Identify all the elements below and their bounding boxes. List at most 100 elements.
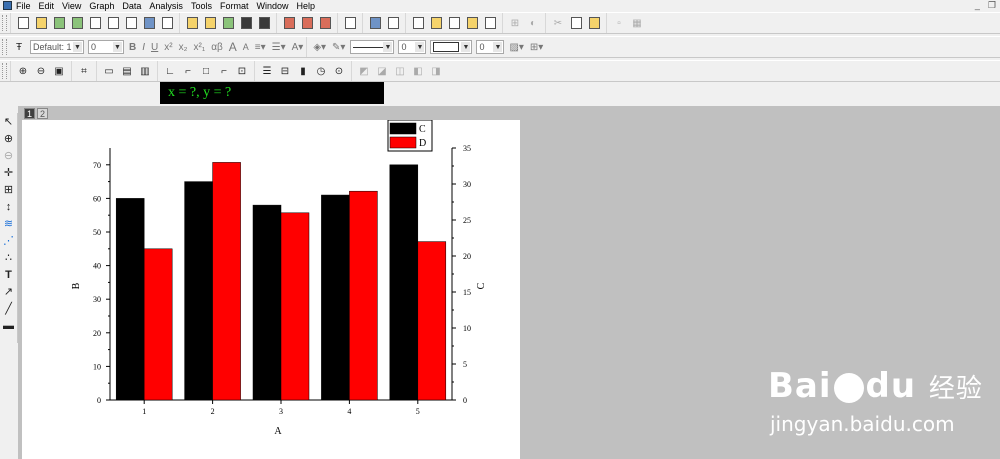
arrow-tool-icon[interactable]: ↗ (0, 283, 17, 300)
decrease-font-button[interactable]: A (243, 42, 249, 52)
increase-font-button[interactable]: A (229, 40, 237, 54)
new-matrix-icon[interactable] (105, 15, 121, 31)
new-excel-icon[interactable] (69, 15, 85, 31)
add-box-axes-icon[interactable]: □ (198, 63, 214, 79)
new-project-icon[interactable] (15, 15, 31, 31)
save-icon[interactable] (238, 15, 254, 31)
refresh-icon[interactable] (367, 15, 383, 31)
save-template-icon[interactable] (256, 15, 272, 31)
duplicate-icon[interactable] (385, 15, 401, 31)
greek-button[interactable]: αβ (211, 42, 223, 53)
fill-color-icon[interactable]: ◈▾ (313, 42, 326, 53)
color-scale-icon[interactable]: ▮ (295, 63, 311, 79)
bold-button[interactable]: B (129, 42, 136, 53)
add-panel-icon[interactable]: ▫ (611, 15, 627, 31)
add-bottom-left-axes-icon[interactable]: ∟ (162, 63, 178, 79)
menu-data[interactable]: Data (122, 1, 147, 11)
toolbar-grip[interactable] (2, 15, 7, 31)
menu-window[interactable]: Window (256, 1, 294, 11)
legend-icon[interactable]: ☰ (259, 63, 275, 79)
line-color-icon[interactable]: ✎▾ (332, 42, 345, 53)
copy-icon[interactable] (568, 15, 584, 31)
chart[interactable]: 010203040506070051015202530351 2 3 4 5AB CCD (22, 120, 520, 459)
new-folder-icon[interactable] (33, 15, 49, 31)
font-color-icon[interactable]: A▾ (292, 42, 304, 53)
merge-graphs-icon[interactable]: ▥ (137, 63, 153, 79)
app-icon[interactable] (3, 1, 12, 10)
whole-page-icon[interactable]: ▣ (51, 63, 67, 79)
supsub-button[interactable]: x²₁ (193, 42, 205, 53)
italic-button[interactable]: I (142, 42, 145, 53)
align-icon[interactable]: ≡▾ (255, 42, 266, 53)
arrange-layers-icon[interactable]: ▤ (119, 63, 135, 79)
add-right-axes-icon[interactable]: ⌐ (216, 63, 232, 79)
menu-format[interactable]: Format (220, 1, 255, 11)
underline-button[interactable]: U (151, 42, 158, 53)
paste-icon[interactable] (586, 15, 602, 31)
menu-help[interactable]: Help (296, 1, 321, 11)
toolbar-grip[interactable] (2, 63, 7, 79)
script-window-icon[interactable] (446, 15, 462, 31)
mask-tool-icon[interactable]: ∴ (0, 249, 17, 266)
rescale-icon[interactable]: ⌗ (76, 63, 92, 79)
open-icon[interactable] (184, 15, 200, 31)
pattern-width-select[interactable]: 0 ▼ (476, 40, 505, 54)
add-inset-icon[interactable]: ⊡ (234, 63, 250, 79)
project-explorer-icon[interactable] (410, 15, 426, 31)
new-graph-icon[interactable] (87, 15, 103, 31)
add-top-left-axes-icon[interactable]: ⌐ (180, 63, 196, 79)
font-select[interactable]: Default: 1 ▼ (30, 40, 84, 54)
toolbar-grip[interactable] (2, 39, 7, 55)
hatch-pattern-icon[interactable]: ▨▾ (509, 42, 523, 53)
print-icon[interactable] (342, 15, 358, 31)
code-builder-icon[interactable] (464, 15, 480, 31)
menu-file[interactable]: File (16, 1, 37, 11)
menu-analysis[interactable]: Analysis (149, 1, 189, 11)
info-icon[interactable]: ⊙ (331, 63, 347, 79)
rectangle-tool-icon[interactable]: ▬ (0, 317, 17, 334)
fill-pattern-select[interactable]: ▼ (430, 40, 473, 54)
new-function-icon[interactable] (123, 15, 139, 31)
object-back-icon[interactable]: ◪ (374, 63, 390, 79)
pie-icon[interactable]: ◐ (525, 15, 541, 31)
open-excel-icon[interactable] (220, 15, 236, 31)
timestamp-icon[interactable]: ◷ (313, 63, 329, 79)
cut-icon[interactable]: ✂ (550, 15, 566, 31)
superscript-button[interactable]: x² (164, 42, 172, 53)
line-tool-icon[interactable]: ╱ (0, 300, 17, 317)
menu-tools[interactable]: Tools (191, 1, 218, 11)
text-tool-icon[interactable]: T (0, 266, 17, 283)
subscript-button[interactable]: x₂ (179, 42, 188, 53)
data-reader-tool-icon[interactable]: ⊞ (0, 181, 17, 198)
zoom-out-icon[interactable]: ⊖ (33, 63, 49, 79)
pointer-tool-icon[interactable]: ↖ (0, 113, 17, 130)
add-layer-icon[interactable]: ▭ (101, 63, 117, 79)
graph-page[interactable]: 0 10 20 30 40 50 60 70 0 5 10 15 20 25 30 35 1 2 3 4 5 A B C C D (22, 120, 520, 459)
grid-panel-icon[interactable]: ▦ (629, 15, 645, 31)
command-window-icon[interactable] (482, 15, 498, 31)
restore-button[interactable]: ❐ (988, 0, 996, 11)
zoom-out-tool-icon[interactable]: ⊖ (0, 147, 17, 164)
layer-tab-2[interactable]: 2 (37, 108, 48, 119)
import-ascii-icon[interactable] (281, 15, 297, 31)
region-tool-icon[interactable]: ⋰ (0, 232, 17, 249)
import-multiple-icon[interactable] (299, 15, 315, 31)
import-wizard-icon[interactable] (317, 15, 333, 31)
scale-tool-icon[interactable]: ↕ (0, 198, 17, 215)
font-size-select[interactable]: 0 ▼ (88, 40, 124, 54)
new-layout-icon[interactable] (141, 15, 157, 31)
zoom-in-icon[interactable]: ⊕ (15, 63, 31, 79)
layer-tab-1[interactable]: 1 (24, 108, 35, 119)
layer-legend-icon[interactable]: ⊟ (277, 63, 293, 79)
list-icon[interactable]: ☰▾ (272, 42, 286, 53)
object-edit-icon[interactable]: ◨ (428, 63, 444, 79)
new-notes-icon[interactable] (159, 15, 175, 31)
new-worksheet-icon[interactable] (51, 15, 67, 31)
zoom-in-tool-icon[interactable]: ⊕ (0, 130, 17, 147)
screen-reader-tool-icon[interactable]: ✛ (0, 164, 17, 181)
add-column-icon[interactable]: ⊞ (507, 15, 523, 31)
object-front-icon[interactable]: ◩ (356, 63, 372, 79)
object-ungroup-icon[interactable]: ◧ (410, 63, 426, 79)
data-selector-tool-icon[interactable]: ≋ (0, 215, 17, 232)
menu-edit[interactable]: Edit (39, 1, 61, 11)
